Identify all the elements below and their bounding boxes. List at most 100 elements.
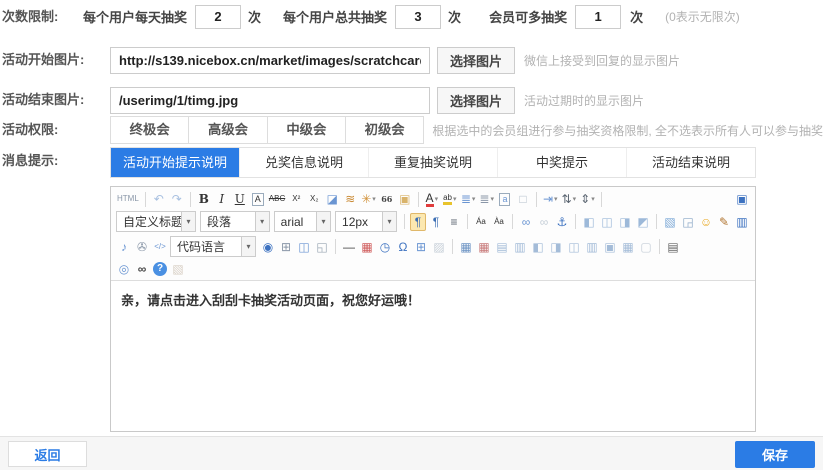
- html-source-icon[interactable]: HTML: [116, 190, 140, 208]
- fullscreen-icon[interactable]: ▣: [734, 190, 750, 208]
- table-title-icon[interactable]: ▤: [494, 238, 510, 256]
- select-all-icon[interactable]: a: [497, 190, 513, 208]
- screen-capture-icon[interactable]: ◲: [680, 213, 696, 231]
- font-color-icon[interactable]: A▾: [424, 190, 440, 208]
- chevron-down-icon: ▾: [554, 195, 558, 203]
- font-size-select[interactable]: 12px▾: [335, 211, 397, 232]
- delete-table-icon[interactable]: ▦: [476, 238, 492, 256]
- anchor-icon[interactable]: ⚓: [554, 213, 570, 231]
- help-icon[interactable]: ?: [153, 262, 167, 276]
- rtl-paragraph-icon[interactable]: ¶: [428, 213, 444, 231]
- unordered-list-icon[interactable]: ≣▾: [478, 190, 495, 208]
- superscript-icon[interactable]: X²: [288, 190, 304, 208]
- paste-word-icon[interactable]: ▣: [397, 190, 413, 208]
- insert-col-icon[interactable]: ◨: [548, 238, 564, 256]
- to-uppercase-icon[interactable]: Áa: [473, 213, 489, 231]
- ltr-paragraph-icon[interactable]: ¶: [410, 213, 426, 231]
- preview-icon[interactable]: ◎: [116, 260, 132, 278]
- auto-typeset-icon[interactable]: ✳▾: [360, 190, 377, 208]
- member-extra-input[interactable]: [575, 5, 621, 29]
- time-icon[interactable]: ◷: [377, 238, 393, 256]
- strikethrough-icon[interactable]: ABC: [268, 190, 286, 208]
- format-brush-icon[interactable]: ≋: [342, 190, 358, 208]
- paste-icon[interactable]: ▧: [170, 260, 186, 278]
- eraser-icon[interactable]: ◪: [324, 190, 340, 208]
- image-inline-icon[interactable]: ◩: [635, 213, 651, 231]
- tab-activity-end[interactable]: 活动结束说明: [626, 148, 755, 177]
- indent-icon[interactable]: ⇥▾: [542, 190, 559, 208]
- map-icon[interactable]: ◉: [260, 238, 276, 256]
- unlink-icon[interactable]: ∞: [536, 213, 552, 231]
- permission-hint: 根据选中的会员组进行参与抽奖资格限制, 全不选表示所有人可以参与抽奖: [432, 122, 823, 139]
- to-lowercase-icon[interactable]: Àa: [491, 213, 507, 231]
- background-icon[interactable]: ▨: [431, 238, 447, 256]
- back-button[interactable]: 返回: [8, 441, 87, 467]
- member-group-middle-button[interactable]: 中级会员: [267, 116, 346, 144]
- start-image-input[interactable]: [110, 47, 430, 74]
- save-button[interactable]: 保存: [735, 441, 815, 468]
- end-image-pick-button[interactable]: 选择图片: [437, 87, 515, 114]
- per-day-input[interactable]: [195, 5, 241, 29]
- ordered-list-icon[interactable]: ≣▾: [460, 190, 477, 208]
- paragraph-style-icon[interactable]: ≡: [446, 213, 462, 231]
- tab-win-tip[interactable]: 中奖提示: [497, 148, 626, 177]
- doc-upload-icon[interactable]: ◱: [314, 238, 330, 256]
- merge-cells-icon[interactable]: ▣: [602, 238, 618, 256]
- columns-icon[interactable]: ◫: [296, 238, 312, 256]
- line-height-icon[interactable]: ⇕▾: [579, 190, 596, 208]
- horizontal-rule-icon[interactable]: —: [341, 238, 357, 256]
- print-icon[interactable]: ▤: [665, 238, 681, 256]
- code-language-select[interactable]: 代码语言▾: [170, 236, 256, 257]
- paragraph-spacing-icon[interactable]: ⇅▾: [561, 190, 578, 208]
- member-group-senior-button[interactable]: 高级会员: [188, 116, 267, 144]
- image-float-right-icon[interactable]: ◨: [617, 213, 633, 231]
- scrawl-icon[interactable]: ✎: [716, 213, 732, 231]
- editor-content[interactable]: 亲，请点击进入刮刮卡抽奖活动页面，祝您好运哦！: [111, 281, 755, 431]
- undo-icon[interactable]: ↶: [151, 190, 167, 208]
- tab-redeem-info[interactable]: 兑奖信息说明: [239, 148, 368, 177]
- image-float-left-icon[interactable]: ◧: [581, 213, 597, 231]
- static-map-icon[interactable]: ⊞: [278, 238, 294, 256]
- font-family-select[interactable]: arial▾: [274, 211, 331, 232]
- toolbar-separator: [601, 192, 602, 207]
- highlight-color-icon[interactable]: ab▾: [442, 190, 458, 208]
- blockquote-icon[interactable]: 66: [379, 190, 395, 208]
- find-replace-icon[interactable]: ∞: [134, 260, 150, 278]
- insert-image-icon[interactable]: ▧: [662, 213, 678, 231]
- member-group-junior-button[interactable]: 初级会员: [345, 116, 424, 144]
- insert-video-icon[interactable]: ▥: [734, 213, 750, 231]
- font-border-icon[interactable]: A: [250, 190, 266, 208]
- total-input[interactable]: [395, 5, 441, 29]
- special-chars-icon[interactable]: Ω: [395, 238, 411, 256]
- image-center-icon[interactable]: ◫: [599, 213, 615, 231]
- music-icon[interactable]: ♪: [116, 238, 132, 256]
- toolbar-separator: [190, 192, 191, 207]
- insert-table-icon[interactable]: ▦: [458, 238, 474, 256]
- end-image-input[interactable]: [110, 87, 430, 114]
- insert-code-icon[interactable]: </>: [152, 238, 168, 256]
- start-image-pick-button[interactable]: 选择图片: [437, 47, 515, 74]
- split-cells-icon[interactable]: ▦: [620, 238, 636, 256]
- subscript-icon[interactable]: X₂: [306, 190, 322, 208]
- table-sort-icon[interactable]: ▥: [512, 238, 528, 256]
- tab-repeat-draw[interactable]: 重复抽奖说明: [368, 148, 497, 177]
- tab-activity-start-tip[interactable]: 活动开始提示说明: [111, 148, 239, 177]
- delete-row-icon[interactable]: ◫: [566, 238, 582, 256]
- italic-icon[interactable]: I: [214, 190, 230, 208]
- redo-icon[interactable]: ↷: [169, 190, 185, 208]
- page-break-icon[interactable]: ▢: [638, 238, 654, 256]
- date-icon[interactable]: ▦: [359, 238, 375, 256]
- limits-row: 次数限制: 每个用户每天抽奖 次 每个用户总共抽奖 次 会员可多抽奖 次 (0表…: [0, 3, 823, 30]
- insert-row-icon[interactable]: ◧: [530, 238, 546, 256]
- emotion-icon[interactable]: ☺: [698, 213, 714, 231]
- clear-doc-icon[interactable]: □: [515, 190, 531, 208]
- member-group-ultimate-button[interactable]: 终极会员: [110, 116, 189, 144]
- link-icon[interactable]: ∞: [518, 213, 534, 231]
- bold-icon[interactable]: B: [196, 190, 212, 208]
- formula-icon[interactable]: ⊞: [413, 238, 429, 256]
- attachment-icon[interactable]: ✇: [134, 238, 150, 256]
- custom-title-select[interactable]: 自定义标题▾: [116, 211, 196, 232]
- paragraph-format-select[interactable]: 段落▾: [200, 211, 270, 232]
- underline-icon[interactable]: U: [232, 190, 248, 208]
- delete-col-icon[interactable]: ▥: [584, 238, 600, 256]
